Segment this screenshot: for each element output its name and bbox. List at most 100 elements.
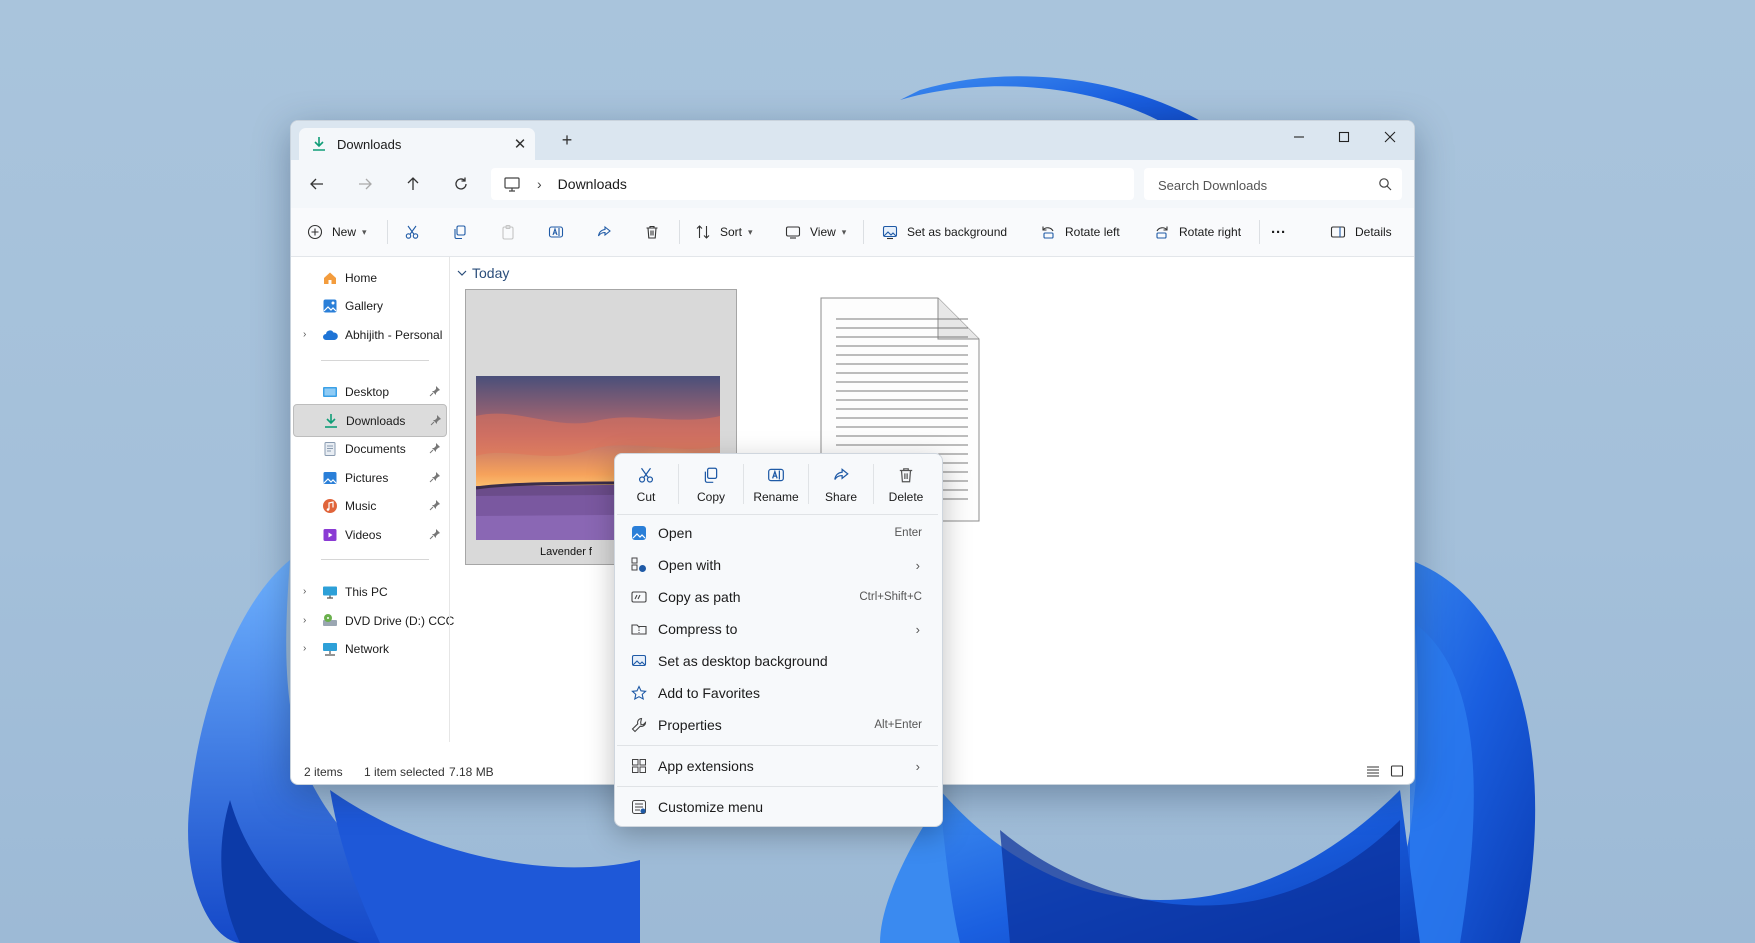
chevron-down-icon: ▾ bbox=[362, 226, 367, 237]
view-button[interactable]: View ▾ bbox=[784, 208, 846, 256]
more-options-button[interactable]: ··· bbox=[1271, 208, 1286, 256]
cut-button[interactable] bbox=[403, 208, 421, 256]
address-row: › Downloads bbox=[291, 160, 1414, 208]
context-copy-button[interactable]: Copy bbox=[683, 460, 739, 510]
menu-item-set-desktop-background[interactable]: Set as desktop background bbox=[621, 646, 934, 676]
pin-icon[interactable] bbox=[429, 385, 441, 397]
close-button[interactable] bbox=[1367, 121, 1413, 153]
up-button[interactable] bbox=[397, 170, 429, 198]
sidebar-item-label: This PC bbox=[345, 584, 388, 599]
sidebar-item-music[interactable]: Music bbox=[293, 490, 445, 521]
chevron-right-icon[interactable]: › bbox=[303, 586, 306, 597]
sidebar-item-home[interactable]: Home bbox=[293, 262, 445, 293]
sort-button[interactable]: Sort ▾ bbox=[694, 208, 753, 256]
scissors-icon bbox=[403, 223, 421, 241]
forward-button[interactable] bbox=[349, 170, 381, 198]
pin-icon[interactable] bbox=[429, 442, 441, 454]
sidebar-item-onedrive[interactable]: › Abhijith - Personal bbox=[293, 319, 445, 350]
breadcrumb-downloads[interactable]: Downloads bbox=[558, 176, 627, 192]
sidebar-item-network[interactable]: › Network bbox=[293, 633, 445, 664]
menu-item-copy-as-path[interactable]: Copy as path Ctrl+Shift+C bbox=[621, 582, 934, 612]
copy-button[interactable] bbox=[451, 208, 469, 256]
back-button[interactable] bbox=[301, 170, 333, 198]
delete-button[interactable] bbox=[643, 208, 661, 256]
context-share-label: Share bbox=[824, 490, 858, 504]
menu-item-app-extensions[interactable]: App extensions › bbox=[621, 751, 934, 781]
more-icon: ··· bbox=[1271, 223, 1286, 241]
sidebar-item-documents[interactable]: Documents bbox=[293, 433, 445, 464]
pin-icon[interactable] bbox=[429, 499, 441, 511]
menu-item-open[interactable]: Open Enter bbox=[621, 518, 934, 548]
context-quick-actions: Cut Copy Rename Share Delete bbox=[615, 454, 942, 514]
maximize-button[interactable] bbox=[1321, 121, 1367, 153]
share-button[interactable] bbox=[595, 208, 613, 256]
share-icon bbox=[832, 466, 850, 484]
file-item-document[interactable]: est bbox=[820, 297, 1000, 574]
context-rename-label: Rename bbox=[753, 490, 799, 504]
search-box[interactable] bbox=[1144, 168, 1402, 202]
address-bar[interactable]: › Downloads bbox=[491, 168, 1134, 200]
download-icon bbox=[311, 136, 327, 152]
search-input[interactable] bbox=[1156, 168, 1360, 202]
rotate-right-button[interactable]: Rotate right bbox=[1153, 208, 1241, 256]
details-button[interactable]: Details bbox=[1329, 208, 1392, 256]
chevron-down-icon bbox=[456, 267, 468, 279]
context-rename-button[interactable]: Rename bbox=[748, 460, 804, 510]
sidebar-item-label: DVD Drive (D:) CCC bbox=[345, 613, 455, 628]
sidebar-divider bbox=[321, 360, 429, 361]
new-tab-button[interactable]: + bbox=[553, 130, 581, 154]
large-icons-view-icon[interactable] bbox=[1390, 764, 1404, 778]
menu-item-add-to-favorites[interactable]: Add to Favorites bbox=[621, 678, 934, 708]
sidebar-item-label: Pictures bbox=[345, 470, 389, 485]
rename-icon bbox=[547, 223, 565, 241]
pictures-icon bbox=[322, 470, 338, 486]
chevron-right-icon: › bbox=[915, 621, 920, 637]
menu-item-properties[interactable]: Properties Alt+Enter bbox=[621, 710, 934, 740]
details-view-icon[interactable] bbox=[1366, 764, 1380, 778]
menu-item-shortcut: Ctrl+Shift+C bbox=[859, 591, 922, 603]
menu-item-compress-to[interactable]: Compress to › bbox=[621, 614, 934, 644]
context-cut-label: Cut bbox=[636, 490, 656, 504]
scissors-icon bbox=[637, 466, 655, 484]
context-delete-button[interactable]: Delete bbox=[878, 460, 934, 510]
pin-icon[interactable] bbox=[429, 471, 441, 483]
chevron-right-icon[interactable]: › bbox=[303, 643, 306, 654]
new-button[interactable]: New ▾ bbox=[306, 208, 367, 256]
monitor-icon bbox=[503, 175, 521, 193]
tab-close-icon[interactable]: ✕ bbox=[505, 135, 535, 153]
sidebar-item-dvd-drive[interactable]: › DVD Drive (D:) CCC bbox=[293, 605, 454, 636]
context-share-button[interactable]: Share bbox=[813, 460, 869, 510]
sidebar-item-pictures[interactable]: Pictures bbox=[293, 462, 445, 493]
sidebar-item-desktop[interactable]: Desktop bbox=[293, 376, 445, 407]
minimize-button[interactable] bbox=[1276, 121, 1322, 153]
rename-button[interactable] bbox=[547, 208, 565, 256]
tab-downloads[interactable]: Downloads ✕ bbox=[299, 128, 535, 160]
chevron-right-icon[interactable]: › bbox=[303, 615, 306, 626]
refresh-icon bbox=[455, 177, 467, 190]
divider bbox=[678, 464, 679, 504]
pin-icon[interactable] bbox=[429, 528, 441, 540]
arrow-left-icon bbox=[310, 178, 323, 190]
pc-icon bbox=[322, 584, 338, 600]
trash-icon bbox=[897, 466, 915, 484]
refresh-button[interactable] bbox=[445, 170, 477, 198]
photos-app-icon bbox=[631, 525, 647, 541]
menu-item-customize-menu[interactable]: Customize menu bbox=[621, 792, 934, 822]
group-header-today[interactable]: Today bbox=[456, 265, 509, 281]
share-icon bbox=[595, 223, 613, 241]
context-cut-button[interactable]: Cut bbox=[618, 460, 674, 510]
sidebar-item-videos[interactable]: Videos bbox=[293, 519, 445, 550]
rotate-left-button[interactable]: Rotate left bbox=[1039, 208, 1120, 256]
copy-icon bbox=[702, 466, 720, 484]
pin-icon[interactable] bbox=[430, 414, 442, 426]
menu-item-open-with[interactable]: Open with › bbox=[621, 550, 934, 580]
set-as-background-button[interactable]: Set as background bbox=[881, 208, 1007, 256]
paste-button[interactable] bbox=[499, 208, 517, 256]
chevron-right-icon[interactable]: › bbox=[303, 329, 306, 340]
sidebar-item-this-pc[interactable]: › This PC bbox=[293, 576, 445, 607]
breadcrumb-chevron-icon[interactable]: › bbox=[537, 176, 542, 192]
divider bbox=[679, 220, 680, 244]
sidebar-item-gallery[interactable]: Gallery bbox=[293, 290, 445, 321]
command-bar: New ▾ Sort ▾ View ▾ Set as background Ro… bbox=[291, 208, 1414, 257]
chevron-down-icon: ▾ bbox=[748, 226, 753, 237]
